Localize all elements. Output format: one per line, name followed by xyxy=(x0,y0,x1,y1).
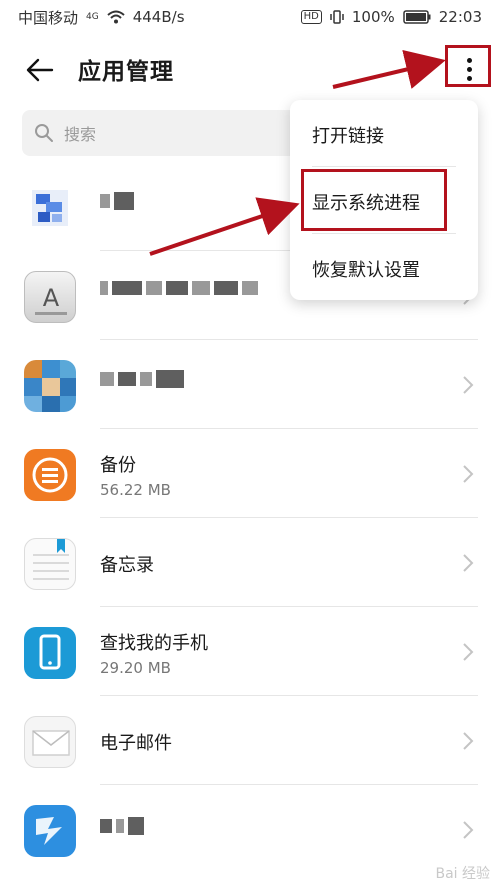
arrow-to-menu-item xyxy=(149,197,300,256)
watermark: Bai 经验 xyxy=(435,866,490,882)
annotation-arrows xyxy=(149,49,446,256)
arrow-to-more-button xyxy=(332,49,446,89)
